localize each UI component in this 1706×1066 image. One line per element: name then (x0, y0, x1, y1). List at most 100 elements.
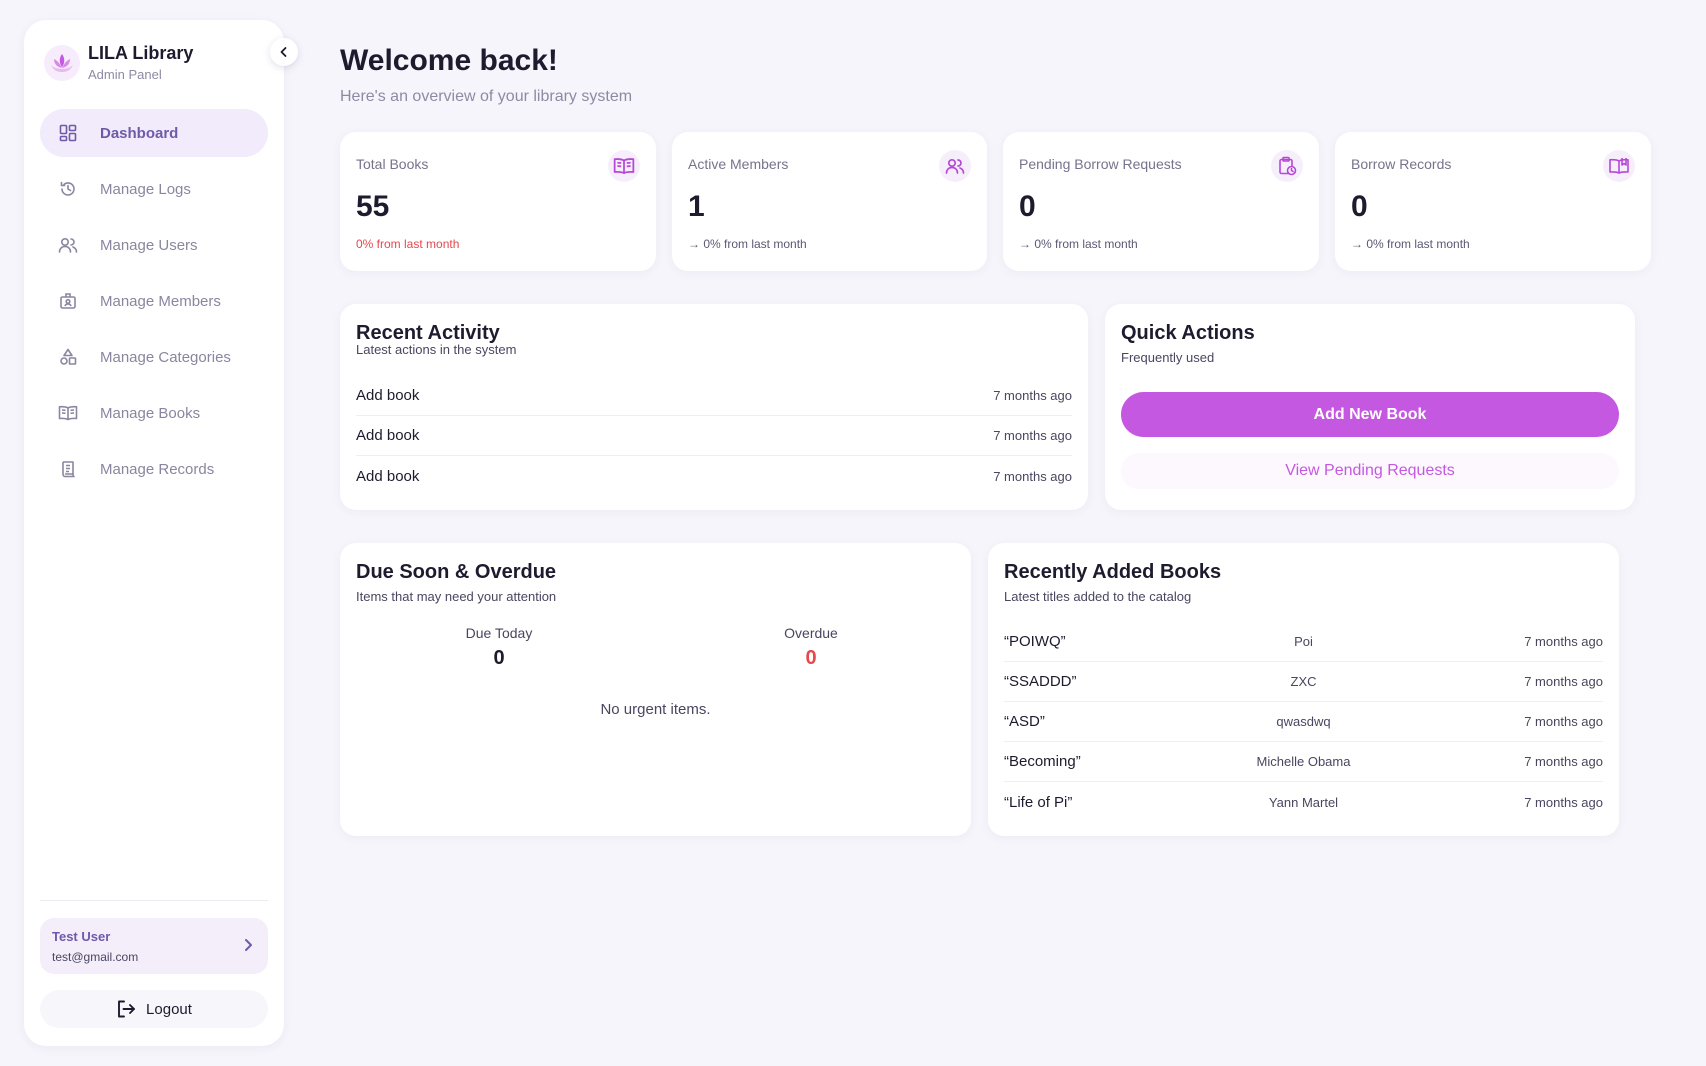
sidebar-divider (40, 900, 268, 901)
add-new-book-button[interactable]: Add New Book (1121, 392, 1619, 437)
clipboard-clock-icon (1271, 150, 1303, 182)
book-added-time: 7 months ago (1524, 634, 1603, 649)
table-row[interactable]: “ASD” qwasdwq 7 months ago (1004, 702, 1603, 742)
sidebar-item-label: Manage Logs (100, 180, 191, 198)
book-open-icon (608, 150, 640, 182)
recent-books-card: Recently Added Books Latest titles added… (988, 543, 1619, 836)
stat-change: → 0% from last month (688, 237, 807, 251)
stat-label: Total Books (356, 156, 429, 172)
scroll-icon (58, 459, 78, 479)
sidebar-item-manage-members[interactable]: Manage Members (40, 277, 268, 325)
activity-action: Add book (356, 427, 420, 444)
stat-value: 1 (688, 190, 705, 223)
stat-label: Borrow Records (1351, 156, 1452, 172)
sidebar-item-manage-logs[interactable]: Manage Logs (40, 165, 268, 213)
page-subtitle: Here's an overview of your library syste… (340, 88, 633, 105)
sidebar: LILA Library Admin Panel Dashboard Manag… (24, 20, 298, 1046)
list-item[interactable]: Add book 7 months ago (356, 376, 1072, 416)
book-title: “Life of Pi” (1004, 793, 1073, 811)
sidebar-item-dashboard[interactable]: Dashboard (40, 109, 268, 157)
due-today-stat: Due Today 0 (419, 625, 579, 670)
stat-change: → 0% from last month (1351, 237, 1470, 251)
table-row[interactable]: “Life of Pi” Yann Martel 7 months ago (1004, 782, 1603, 822)
book-author: Yann Martel (1268, 794, 1339, 810)
card-subtitle: Latest actions in the system (356, 342, 517, 357)
brand[interactable]: LILA Library Admin Panel (44, 42, 193, 84)
book-added-time: 7 months ago (1524, 714, 1603, 729)
overdue-label: Overdue (784, 625, 838, 641)
stat-label: Active Members (688, 156, 789, 172)
due-overdue-card: Due Soon & Overdue Items that may need y… (340, 543, 971, 836)
stat-change: → 0% from last month (1019, 237, 1138, 251)
sidebar-item-label: Manage Records (100, 460, 215, 478)
sidebar-nav: Dashboard Manage Logs Manage Users Manag… (40, 109, 268, 501)
activity-time: 7 months ago (993, 388, 1072, 403)
sidebar-item-label: Manage Categories (100, 348, 231, 366)
book-added-time: 7 months ago (1524, 674, 1603, 689)
stat-card-total-books: Total Books 55 0% from last month (340, 132, 656, 271)
user-profile-card[interactable]: Test User test@gmail.com (40, 918, 268, 974)
logout-button[interactable]: Logout (40, 990, 268, 1028)
users-icon (58, 235, 78, 255)
id-card-icon (58, 291, 78, 311)
lotus-logo-icon (44, 45, 80, 81)
card-title: Due Soon & Overdue (356, 561, 557, 583)
activity-time: 7 months ago (993, 468, 1072, 484)
users-icon (939, 150, 971, 182)
activity-action: Add book (356, 467, 420, 485)
chevron-left-icon (280, 47, 287, 57)
history-icon (58, 179, 78, 199)
sidebar-item-manage-categories[interactable]: Manage Categories (40, 333, 268, 381)
book-title: “SSADDD” (1004, 673, 1077, 690)
table-row[interactable]: “POIWQ” Poi 7 months ago (1004, 622, 1603, 662)
due-today-value: 0 (493, 647, 505, 669)
list-item[interactable]: Add book 7 months ago (356, 456, 1072, 496)
view-pending-requests-button[interactable]: View Pending Requests (1121, 453, 1619, 489)
brand-subtitle: Admin Panel (88, 67, 162, 82)
sidebar-item-manage-records[interactable]: Manage Records (40, 445, 268, 493)
stat-value: 55 (356, 190, 390, 223)
card-title: Quick Actions (1121, 322, 1255, 344)
card-subtitle: Frequently used (1121, 350, 1215, 365)
stat-card-borrow-records: Borrow Records 0 → 0% from last month (1335, 132, 1651, 271)
book-open-icon (58, 403, 78, 423)
overdue-stat: Overdue 0 (731, 625, 891, 670)
shapes-icon (58, 347, 78, 367)
book-title: “Becoming” (1004, 753, 1081, 770)
stat-value: 0 (1019, 190, 1036, 223)
sidebar-item-label: Manage Books (100, 404, 201, 422)
card-subtitle: Latest titles added to the catalog (1004, 589, 1192, 604)
book-added-time: 7 months ago (1524, 794, 1603, 810)
sidebar-item-manage-users[interactable]: Manage Users (40, 221, 268, 269)
table-row[interactable]: “SSADDD” ZXC 7 months ago (1004, 662, 1603, 702)
stat-change: 0% from last month (356, 237, 460, 251)
card-subtitle: Items that may need your attention (356, 589, 557, 604)
stat-value: 0 (1351, 190, 1368, 223)
book-author: qwasdwq (1276, 714, 1331, 729)
book-author: ZXC (1290, 674, 1317, 689)
empty-state-text: No urgent items. (600, 701, 711, 718)
stat-label: Pending Borrow Requests (1019, 156, 1182, 172)
recent-activity-card: Recent Activity Latest actions in the sy… (340, 304, 1088, 510)
page-title: Welcome back! (340, 44, 558, 77)
book-added-time: 7 months ago (1524, 754, 1603, 769)
sidebar-item-manage-books[interactable]: Manage Books (40, 389, 268, 437)
sidebar-item-label: Manage Users (100, 236, 198, 254)
grid-icon (58, 123, 78, 143)
stat-card-pending-requests: Pending Borrow Requests 0 → 0% from last… (1003, 132, 1319, 271)
stat-card-active-members: Active Members 1 → 0% from last month (672, 132, 987, 271)
list-item[interactable]: Add book 7 months ago (356, 416, 1072, 456)
collapse-sidebar-button[interactable] (270, 38, 298, 66)
book-author: Michelle Obama (1256, 754, 1351, 769)
activity-time: 7 months ago (993, 428, 1072, 443)
table-row[interactable]: “Becoming” Michelle Obama 7 months ago (1004, 742, 1603, 782)
logout-label: Logout (146, 1000, 192, 1018)
overdue-value: 0 (805, 647, 817, 669)
book-title: “POIWQ” (1004, 633, 1066, 650)
logout-icon (116, 999, 136, 1019)
activity-action: Add book (356, 387, 420, 404)
book-title: “ASD” (1004, 713, 1045, 730)
book-reading-icon (1603, 150, 1635, 182)
sidebar-item-label: Dashboard (100, 124, 179, 142)
sidebar-item-label: Manage Members (100, 292, 221, 310)
